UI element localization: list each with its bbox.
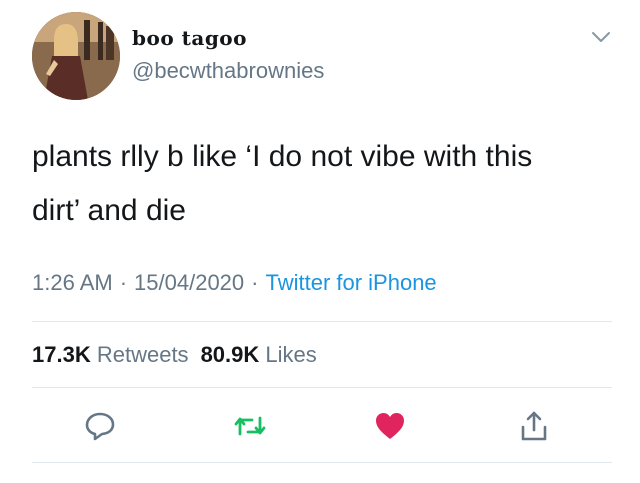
retweets-label: Retweets — [96, 342, 189, 367]
avatar-image — [32, 12, 120, 100]
retweet-icon[interactable] — [232, 408, 268, 444]
retweets-stat[interactable]: 17.3K Retweets — [32, 342, 189, 367]
chevron-down-icon[interactable] — [590, 26, 612, 48]
tweet-text-line: dirt’ and die — [32, 194, 186, 227]
reply-icon[interactable] — [82, 408, 118, 444]
user-handle[interactable]: @becwthabrownies — [132, 58, 324, 84]
tweet-time[interactable]: 1:26 AM — [32, 270, 113, 295]
divider — [32, 321, 612, 322]
avatar[interactable] — [32, 12, 120, 100]
divider — [32, 387, 612, 388]
display-name[interactable]: boo tagoo — [132, 26, 247, 50]
tweet-metadata: 1:26 AM · 15/04/2020 · Twitter for iPhone — [32, 270, 437, 296]
likes-stat[interactable]: 80.9K Likes — [201, 342, 317, 367]
tweet-source-link[interactable]: Twitter for iPhone — [265, 270, 436, 295]
separator: · — [251, 270, 259, 295]
heart-icon[interactable] — [372, 408, 408, 444]
tweet-date[interactable]: 15/04/2020 — [134, 270, 244, 295]
likes-label: Likes — [265, 342, 317, 367]
divider — [32, 462, 612, 463]
retweets-count: 17.3K — [32, 342, 91, 367]
tweet-text: plants rlly b like ‘I do not vibe with t… — [32, 130, 612, 238]
engagement-stats: 17.3K Retweets 80.9K Likes — [32, 342, 317, 368]
share-icon[interactable] — [516, 408, 552, 444]
likes-count: 80.9K — [200, 342, 260, 367]
separator: · — [119, 270, 128, 295]
tweet-text-line: plants rlly b like ‘I do not vibe with t… — [32, 140, 533, 173]
